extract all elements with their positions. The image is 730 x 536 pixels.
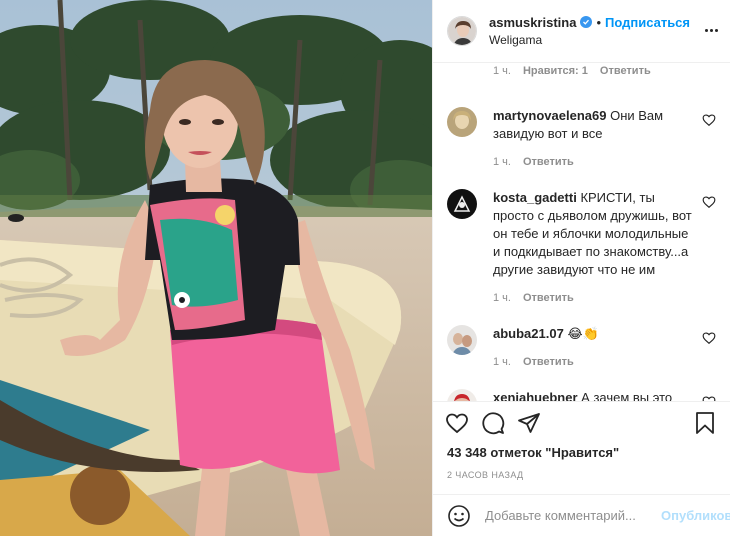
header-row: asmuskristina • Подписаться bbox=[489, 15, 698, 30]
comment-item: abuba21.07 😂👏 1 ч. Ответить bbox=[447, 324, 716, 371]
comment-body: xeniahuebner А зачем вы это bbox=[493, 389, 716, 401]
follow-button[interactable]: Подписаться bbox=[605, 15, 690, 30]
reply-button[interactable]: Ответить bbox=[523, 353, 574, 371]
publish-button[interactable]: Опубликовать bbox=[661, 508, 730, 523]
comment-time: 1 ч. bbox=[493, 291, 511, 304]
beach-photo bbox=[0, 0, 432, 536]
reply-button[interactable]: Ответить bbox=[523, 153, 574, 171]
comment-icon[interactable] bbox=[481, 411, 505, 435]
post-dialog: asmuskristina • Подписаться Weligama 1 ч… bbox=[0, 0, 730, 536]
verified-icon bbox=[580, 16, 593, 29]
comment-time: 1 ч. bbox=[493, 355, 511, 368]
commenter-avatar[interactable] bbox=[447, 188, 477, 219]
like-comment-heart-icon[interactable] bbox=[702, 113, 716, 127]
comments-list[interactable]: 1 ч. Нравится: 1 Ответить martynovaelena… bbox=[433, 63, 730, 401]
more-icon[interactable] bbox=[698, 29, 718, 33]
reply-button[interactable]: Ответить bbox=[523, 289, 574, 307]
comment-meta: 1 ч. Ответить bbox=[493, 289, 694, 307]
author-username[interactable]: asmuskristina bbox=[489, 15, 576, 30]
emoji-icon[interactable] bbox=[447, 504, 471, 528]
commenter-avatar[interactable] bbox=[447, 388, 477, 401]
comment-body: abuba21.07 😂👏 1 ч. Ответить bbox=[493, 325, 716, 371]
comment-likes[interactable]: Нравится: 1 bbox=[523, 65, 588, 77]
heart-icon[interactable] bbox=[445, 411, 469, 435]
comment-meta: 1 ч. Ответить bbox=[493, 353, 694, 371]
commenter-username[interactable]: xeniahuebner bbox=[493, 390, 578, 401]
comment-item: kosta_gadetti КРИСТИ, ты просто с дьявол… bbox=[447, 188, 716, 307]
like-comment-heart-icon[interactable] bbox=[702, 195, 716, 209]
bookmark-icon[interactable] bbox=[694, 411, 716, 435]
comment-meta: 1 ч. Ответить bbox=[493, 153, 694, 171]
comment-item: martynovaelena69 Они Вам завидую вот и в… bbox=[447, 106, 716, 171]
commenter-avatar[interactable] bbox=[447, 324, 477, 355]
post-side-panel: asmuskristina • Подписаться Weligama 1 ч… bbox=[432, 0, 730, 536]
comment-item: xeniahuebner А зачем вы это bbox=[447, 388, 716, 401]
post-location[interactable]: Weligama bbox=[489, 33, 698, 47]
commenter-username[interactable]: abuba21.07 bbox=[493, 326, 564, 341]
separator-dot: • bbox=[596, 14, 601, 30]
commenter-username[interactable]: martynovaelena69 bbox=[493, 108, 606, 123]
post-photo[interactable] bbox=[0, 0, 432, 536]
reply-button[interactable]: Ответить bbox=[600, 65, 651, 77]
post-time[interactable]: 2 ЧАСОВ НАЗАД bbox=[433, 464, 730, 494]
comment-text: А зачем вы это bbox=[581, 389, 673, 401]
author-avatar[interactable] bbox=[447, 15, 477, 46]
share-icon[interactable] bbox=[517, 411, 541, 435]
post-actions bbox=[433, 400, 730, 445]
commenter-username[interactable]: kosta_gadetti bbox=[493, 190, 577, 205]
header-text: asmuskristina • Подписаться Weligama bbox=[489, 15, 698, 47]
like-comment-heart-icon[interactable] bbox=[702, 331, 716, 345]
comment-time: 1 ч. bbox=[493, 155, 511, 168]
likes-count[interactable]: 43 348 отметок "Нравится" bbox=[433, 445, 730, 465]
comment-text: 😂👏 bbox=[567, 325, 599, 341]
comment-input[interactable] bbox=[485, 508, 661, 524]
comment-body: kosta_gadetti КРИСТИ, ты просто с дьявол… bbox=[493, 189, 716, 307]
commenter-avatar[interactable] bbox=[447, 106, 477, 137]
comment-body: martynovaelena69 Они Вам завидую вот и в… bbox=[493, 107, 716, 171]
post-header: asmuskristina • Подписаться Weligama bbox=[433, 0, 730, 63]
previous-comment-meta: 1 ч. Нравится: 1 Ответить bbox=[493, 65, 716, 77]
comment-time: 1 ч. bbox=[493, 64, 511, 77]
add-comment-bar: Опубликовать bbox=[433, 494, 730, 536]
like-comment-heart-icon[interactable] bbox=[702, 395, 716, 401]
